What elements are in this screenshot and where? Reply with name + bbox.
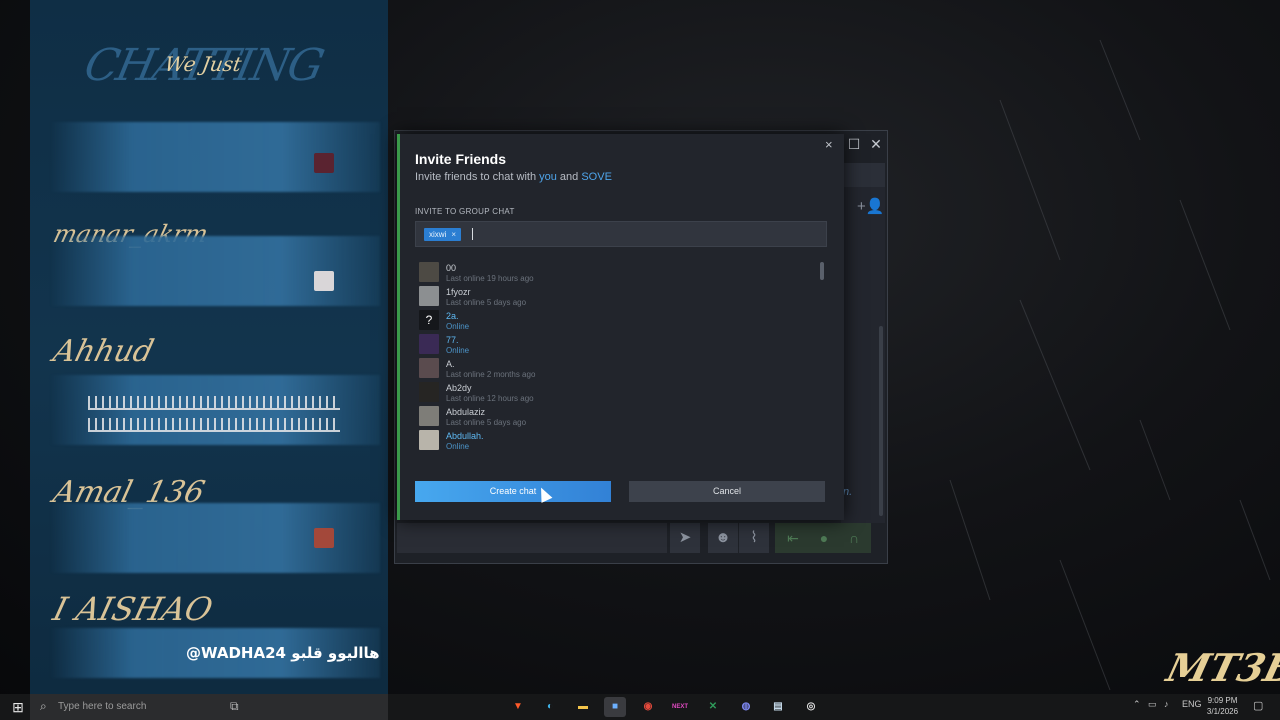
overlay-avatar <box>314 271 334 291</box>
friend-row[interactable]: A. Last online 2 months ago <box>415 356 815 380</box>
friend-row[interactable]: Abdullah. Online <box>415 428 815 452</box>
overlay-mention-text: @WADHA24 هااليوو قلبو <box>186 644 380 662</box>
friend-name: A. <box>446 359 455 369</box>
next-icon[interactable]: NEXT <box>669 697 691 717</box>
add-friend-icon[interactable]: +👤 <box>857 197 884 215</box>
friend-row[interactable]: ? 2a. Online <box>415 308 815 332</box>
friend-name: 2a. <box>446 311 459 321</box>
subtitle-you: you <box>539 171 557 183</box>
tag-remove-icon[interactable]: × <box>451 230 456 239</box>
friend-status: Online <box>446 442 470 451</box>
notification-icon[interactable]: ▢ <box>1253 699 1263 712</box>
taskbar-clock[interactable]: 9:09 PM 3/1/2026 <box>1200 695 1245 717</box>
search-icon: ⌕ <box>40 699 47 713</box>
chat-scrollbar[interactable] <box>879 326 883 516</box>
overlay-message-text <box>88 396 340 410</box>
invite-section-label: INVITE TO GROUP CHAT <box>415 207 515 216</box>
friend-avatar <box>419 430 439 450</box>
overlay-avatar <box>314 528 334 548</box>
friend-list: 00 Last online 19 hours ago 1fyozr Last … <box>415 260 825 454</box>
cancel-button[interactable]: Cancel <box>629 481 825 502</box>
leave-voice-icon[interactable]: ⇤ <box>778 523 808 553</box>
clock-date: 3/1/2026 <box>1206 707 1239 716</box>
attach-icon[interactable]: ⌇ <box>739 523 769 553</box>
friend-avatar <box>419 358 439 378</box>
friend-status: Last online 19 hours ago <box>446 274 534 283</box>
friend-status: Online <box>446 346 470 355</box>
friend-row[interactable]: 00 Last online 19 hours ago <box>415 260 815 284</box>
clock-time: 9:09 PM <box>1207 696 1238 705</box>
chrome-icon[interactable]: ◉ <box>637 697 659 717</box>
subtitle-prefix: Invite friends to chat with <box>415 171 540 183</box>
network-icon[interactable]: ▭ <box>1148 699 1157 710</box>
overlay-message-bar <box>50 375 380 445</box>
task-view-icon[interactable]: ⧉ <box>230 699 239 714</box>
overlay-avatar <box>314 153 334 173</box>
create-chat-button[interactable]: Create chat <box>415 481 611 502</box>
friend-status: Last online 12 hours ago <box>446 394 534 403</box>
subtitle-and: and <box>556 171 582 183</box>
overlay-message-text <box>88 418 340 432</box>
overlay-username: Ahhud <box>49 334 158 369</box>
friend-status: Last online 2 months ago <box>446 370 536 379</box>
friend-row[interactable]: 77. Online <box>415 332 815 356</box>
microphone-icon[interactable]: ● <box>809 523 839 553</box>
friend-name: Ab2dy <box>446 383 472 393</box>
headset-icon[interactable]: ∩ <box>839 523 869 553</box>
send-icon[interactable]: ➤ <box>670 523 700 553</box>
subtitle-friend: SOVE <box>581 171 612 183</box>
volume-icon[interactable]: ♪ <box>1164 699 1169 709</box>
friend-row[interactable]: 1fyozr Last online 5 days ago <box>415 284 815 308</box>
excel-icon[interactable]: ✕ <box>702 697 724 717</box>
discord-icon[interactable]: ◍ <box>735 697 757 717</box>
watermark-logo: MT3B <box>1162 645 1280 690</box>
friend-name: Abdullah. <box>446 431 484 441</box>
maximize-icon[interactable]: ☐ <box>844 135 864 153</box>
windows-start-icon[interactable]: ⊞ <box>8 697 28 717</box>
friend-name: 00 <box>446 263 457 273</box>
overlay-username: I AISHAO <box>49 590 217 628</box>
friend-name: Abdulaziz <box>446 407 486 417</box>
friend-status: Online <box>446 322 470 331</box>
friend-name: 77. <box>446 335 459 345</box>
friend-list-scrollbar[interactable] <box>820 262 824 280</box>
friend-name: 1fyozr <box>446 287 471 297</box>
search-placeholder: Type here to search <box>58 701 147 712</box>
dialog-title: Invite Friends <box>415 151 507 167</box>
dialog-subtitle: Invite friends to chat with you and SOVE <box>415 171 612 183</box>
invite-friends-dialog: × Invite Friends Invite friends to chat … <box>397 134 844 520</box>
friend-row[interactable]: Ab2dy Last online 12 hours ago <box>415 380 815 404</box>
friend-avatar <box>419 382 439 402</box>
friend-status: Last online 5 days ago <box>446 418 527 427</box>
taskbar: ⊞ ⌕ Type here to search ⧉ ▼ ◐ ▬ ■ ◉ NEXT… <box>0 694 1280 720</box>
steam-icon[interactable]: ■ <box>604 697 626 717</box>
friend-avatar <box>419 286 439 306</box>
text-caret <box>472 228 473 240</box>
unknown-avatar-icon: ? <box>419 310 439 330</box>
language-indicator[interactable]: ENG <box>1182 699 1202 709</box>
taskbar-search-box[interactable]: ⌕ Type here to search ⧉ <box>30 694 388 720</box>
friend-avatar <box>419 406 439 426</box>
edge-icon[interactable]: ◐ <box>539 697 561 717</box>
file-explorer-icon[interactable]: ▬ <box>572 697 594 717</box>
tray-chevron-icon[interactable]: ⌃ <box>1133 699 1141 710</box>
chat-tab-strip <box>841 163 885 187</box>
dialog-close-icon[interactable]: × <box>825 137 833 152</box>
notepad-icon[interactable]: ▤ <box>767 697 789 717</box>
obs-icon[interactable]: ◎ <box>800 697 822 717</box>
chat-side-text: n. <box>843 486 853 498</box>
message-input[interactable] <box>397 523 667 553</box>
tag-label: xixwi <box>429 230 447 239</box>
friend-avatar <box>419 334 439 354</box>
selected-friend-tag: xixwi × <box>424 228 462 241</box>
friend-status: Last online 5 days ago <box>446 298 527 307</box>
emoji-icon[interactable]: ☻ <box>708 523 738 553</box>
invite-search-input[interactable]: xixwi × <box>415 221 827 247</box>
friend-row[interactable]: Abdulaziz Last online 5 days ago <box>415 404 815 428</box>
friend-avatar <box>419 262 439 282</box>
overlay-logo-sub: We Just <box>162 52 244 76</box>
window-close-icon[interactable]: ✕ <box>866 135 886 153</box>
brave-icon[interactable]: ▼ <box>507 697 529 717</box>
